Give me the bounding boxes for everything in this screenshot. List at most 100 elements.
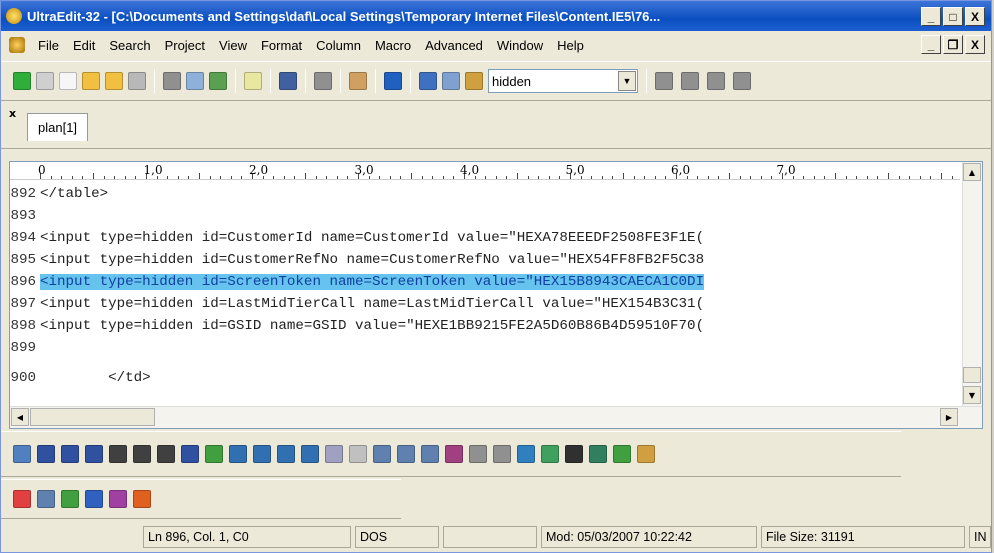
word-wrap-icon[interactable] (279, 72, 297, 90)
line-text[interactable]: <input type=hidden id=CustomerRefNo name… (40, 252, 704, 268)
menu-edit[interactable]: Edit (66, 38, 102, 53)
highlight-icon[interactable] (205, 445, 223, 463)
table-icon[interactable] (13, 490, 31, 508)
document-icon[interactable] (244, 72, 262, 90)
password-icon[interactable] (421, 445, 439, 463)
style-icon[interactable] (133, 490, 151, 508)
horizontal-scrollbar[interactable]: ◀ ▶ (10, 406, 982, 428)
copy-icon[interactable] (442, 72, 460, 90)
cut-icon[interactable] (419, 72, 437, 90)
code-line[interactable]: 894 <input type=hidden id=CustomerId name… (10, 228, 960, 248)
forward-icon[interactable] (36, 72, 54, 90)
heading1-icon[interactable] (229, 445, 247, 463)
italic-icon[interactable] (61, 445, 79, 463)
new-file-icon[interactable] (59, 72, 77, 90)
code-line[interactable]: 893 (10, 206, 960, 226)
line-text[interactable]: </td> (40, 370, 151, 386)
radio-icon[interactable] (493, 445, 511, 463)
menu-project[interactable]: Project (158, 38, 212, 53)
horizontal-scroll-thumb[interactable] (30, 408, 155, 426)
indent-icon[interactable] (109, 445, 127, 463)
open-folder-icon[interactable] (105, 72, 123, 90)
doc-restore-button[interactable]: ❐ (943, 35, 963, 54)
tab-plan[interactable]: plan[1] (27, 113, 89, 141)
line-text[interactable]: <input type=hidden id=CustomerId name=Cu… (40, 230, 704, 246)
close-button[interactable]: X (965, 7, 985, 26)
menu-view[interactable]: View (212, 38, 254, 53)
id-icon[interactable] (85, 490, 103, 508)
anchor-icon[interactable] (565, 445, 583, 463)
font-color-icon[interactable] (181, 445, 199, 463)
print-icon[interactable] (163, 72, 181, 90)
line-text[interactable]: <input type=hidden id=GSID name=GSID val… (40, 318, 704, 334)
spell-check-icon[interactable] (209, 72, 227, 90)
numbered-list-icon[interactable] (157, 445, 175, 463)
scroll-left-icon[interactable]: ◀ (11, 408, 29, 426)
file-field-icon[interactable] (445, 445, 463, 463)
code-line[interactable]: 897 <input type=hidden id=LastMidTierCall… (10, 294, 960, 314)
menu-file[interactable]: File (31, 38, 66, 53)
underline-icon[interactable] (85, 445, 103, 463)
doc-close-button[interactable]: X (965, 35, 985, 54)
doc-minimize-button[interactable]: _ (921, 35, 941, 54)
textarea-icon[interactable] (397, 445, 415, 463)
menu-help[interactable]: Help (550, 38, 591, 53)
heading4-icon[interactable] (301, 445, 319, 463)
close-tab-icon[interactable]: x (9, 107, 16, 120)
document-icon[interactable] (9, 37, 25, 53)
numbering-icon[interactable] (109, 490, 127, 508)
bold-icon[interactable] (37, 445, 55, 463)
pages-icon[interactable] (37, 490, 55, 508)
line-text[interactable]: </table> (40, 186, 108, 202)
heading2-icon[interactable] (253, 445, 271, 463)
line-text[interactable]: <input type=hidden id=LastMidTierCall na… (40, 296, 704, 312)
picture-icon[interactable] (541, 445, 559, 463)
vertical-scrollbar[interactable]: ▲ ▼ (962, 162, 982, 406)
browser-icon[interactable] (384, 72, 402, 90)
validate-icon[interactable] (61, 490, 79, 508)
code-line[interactable]: 899 (10, 338, 960, 358)
form-icon[interactable] (325, 445, 343, 463)
justify-icon[interactable] (733, 72, 751, 90)
menu-macro[interactable]: Macro (368, 38, 418, 53)
back-icon[interactable] (13, 72, 31, 90)
menu-advanced[interactable]: Advanced (418, 38, 490, 53)
heading3-icon[interactable] (277, 445, 295, 463)
code-line[interactable]: 896 <input type=hidden id=ScreenToken nam… (10, 272, 960, 292)
align-center-icon[interactable] (681, 72, 699, 90)
code-line[interactable]: 898 <input type=hidden id=GSID name=GSID … (10, 316, 960, 336)
paste-icon[interactable] (465, 72, 483, 90)
editor[interactable]: 0 1,0 2,0 3,0 4,0 5,0 6,0 7,0 892 </table> 893 894… (9, 161, 983, 429)
scroll-up-icon[interactable]: ▲ (963, 163, 981, 181)
code-area[interactable]: 892 </table> 893 894 <input type=hidden id=C… (10, 184, 960, 404)
code-line[interactable]: 892 </table> (10, 184, 960, 204)
dropdown-arrow-icon[interactable]: ▼ (618, 71, 636, 91)
scroll-thumb[interactable] (963, 367, 981, 383)
minimize-button[interactable]: _ (921, 7, 941, 26)
line-text[interactable]: <input type=hidden id=ScreenToken name=S… (40, 274, 705, 290)
entity-icon[interactable] (589, 445, 607, 463)
code-line[interactable]: 895 <input type=hidden id=CustomerRefNo n… (10, 250, 960, 270)
column-mode-icon[interactable] (349, 72, 367, 90)
scroll-right-icon[interactable]: ▶ (940, 408, 958, 426)
maximize-button[interactable]: □ (943, 7, 963, 26)
menu-search[interactable]: Search (102, 38, 157, 53)
button-icon[interactable] (349, 445, 367, 463)
print-preview-icon[interactable] (186, 72, 204, 90)
lock-icon[interactable] (637, 445, 655, 463)
code-line[interactable]: 900 </td> (10, 368, 960, 388)
menu-window[interactable]: Window (490, 38, 550, 53)
checkbox-icon[interactable] (469, 445, 487, 463)
bullet-list-icon[interactable] (133, 445, 151, 463)
find-combobox[interactable]: hidden ▼ (488, 69, 638, 93)
save-icon[interactable] (128, 72, 146, 90)
menu-column[interactable]: Column (309, 38, 368, 53)
align-left-icon[interactable] (655, 72, 673, 90)
open-file-icon[interactable] (82, 72, 100, 90)
hex-mode-icon[interactable] (314, 72, 332, 90)
html-tag-icon[interactable] (13, 445, 31, 463)
scroll-down-icon[interactable]: ▼ (963, 386, 981, 404)
text-field-icon[interactable] (373, 445, 391, 463)
align-right-icon[interactable] (707, 72, 725, 90)
character-icon[interactable] (613, 445, 631, 463)
